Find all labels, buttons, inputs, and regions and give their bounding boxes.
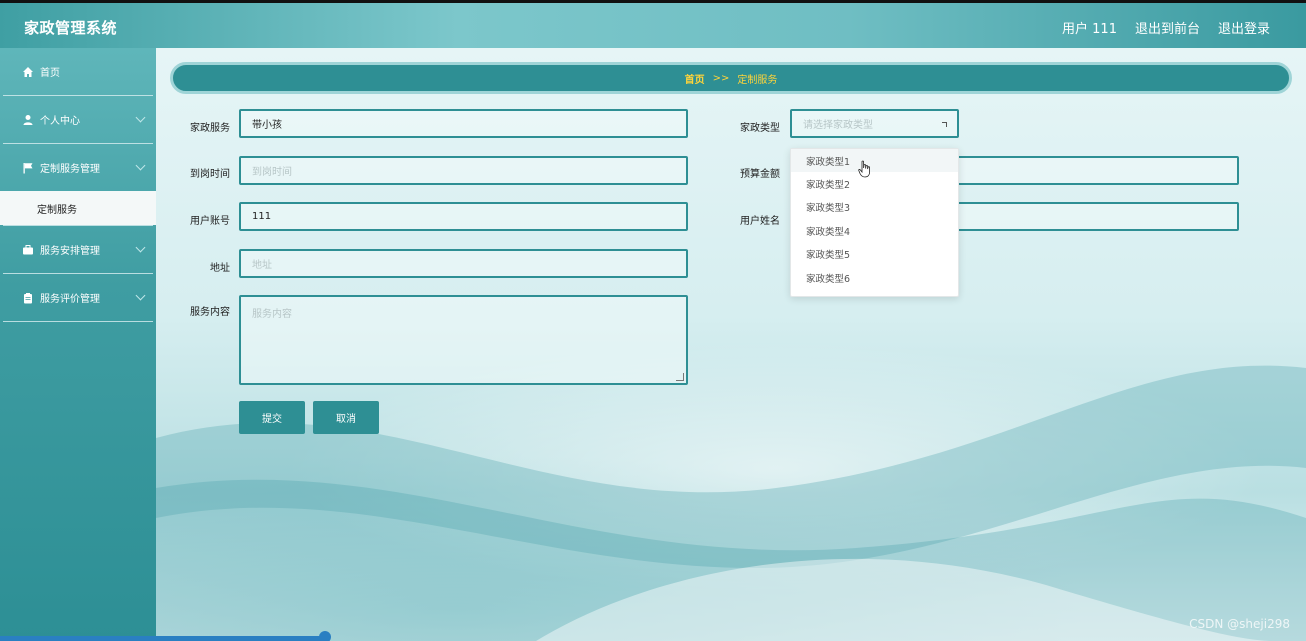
budget-label: 预算金额: [740, 169, 780, 180]
dropdown-option[interactable]: 家政类型3: [791, 196, 958, 219]
type-select-placeholder: 请选择家政类型: [803, 120, 873, 131]
user-label: 用户 111: [1062, 22, 1117, 37]
dropdown-option[interactable]: 家政类型5: [791, 243, 958, 266]
sidebar-subitem-label: 定制服务: [37, 204, 77, 216]
bottom-scrollbar[interactable]: [0, 636, 326, 641]
account-label: 用户账号: [190, 216, 230, 227]
scrollbar-thumb[interactable]: [319, 631, 331, 641]
divider: [3, 321, 153, 322]
address-label: 地址: [210, 263, 230, 274]
chevron-down-icon: [135, 160, 146, 171]
sidebar-item-label: 定制服务管理: [40, 164, 100, 175]
breadcrumb: 首页 >> 定制服务: [170, 62, 1292, 94]
arrival-time-label: 到岗时间: [190, 169, 230, 180]
address-input[interactable]: 地址: [239, 249, 688, 278]
account-input[interactable]: 111: [239, 202, 688, 231]
user-icon: [23, 114, 33, 125]
watermark: CSDN @sheji298: [1189, 617, 1290, 631]
content-label: 服务内容: [190, 307, 230, 318]
content-textarea[interactable]: 服务内容: [239, 295, 688, 385]
sidebar-item-label: 服务安排管理: [40, 246, 100, 257]
service-label: 家政服务: [190, 123, 230, 134]
chevron-down-icon: [942, 122, 947, 127]
top-bar: 家政管理系统 用户 111 退出到前台 退出登录: [0, 0, 1306, 48]
app-title: 家政管理系统: [24, 19, 118, 37]
username-label: 用户姓名: [740, 216, 780, 227]
arrival-time-input[interactable]: 到岗时间: [239, 156, 688, 185]
chevron-down-icon: [135, 290, 146, 301]
back-to-front-link[interactable]: 退出到前台: [1135, 18, 1200, 37]
sidebar-item-service-review[interactable]: 服务评价管理: [0, 274, 156, 321]
flag-icon: [23, 162, 33, 173]
logout-link[interactable]: 退出登录: [1218, 18, 1270, 37]
clipboard-icon: [24, 292, 32, 303]
chevron-down-icon: [135, 242, 146, 253]
hand-cursor-icon: [858, 160, 870, 178]
breadcrumb-current: 定制服务: [737, 74, 778, 86]
sidebar-item-custom-service[interactable]: 定制服务管理: [0, 144, 156, 191]
breadcrumb-home[interactable]: 首页: [685, 71, 705, 86]
type-dropdown: 家政类型1 家政类型2 家政类型3 家政类型4 家政类型5 家政类型6: [790, 148, 959, 297]
sidebar-item-service-arrangement[interactable]: 服务安排管理: [0, 226, 156, 273]
sidebar-item-home[interactable]: 首页: [0, 48, 156, 95]
sidebar-item-label: 服务评价管理: [40, 294, 100, 305]
content-placeholder: 服务内容: [252, 309, 292, 320]
home-icon: [23, 66, 33, 77]
sidebar-subitem-custom-service[interactable]: 定制服务: [0, 191, 156, 225]
dropdown-option[interactable]: 家政类型1: [791, 149, 958, 173]
main-content: 首页 >> 定制服务 家政服务 带小孩 到岗时间 到岗时间 用户账号 111 地…: [156, 48, 1306, 641]
sidebar-item-label: 个人中心: [40, 116, 80, 127]
top-nav: 用户 111 退出到前台 退出登录: [1062, 18, 1270, 37]
dropdown-option[interactable]: 家政类型6: [791, 266, 958, 289]
sidebar-item-label: 首页: [40, 68, 60, 79]
dropdown-option[interactable]: 家政类型4: [791, 219, 958, 242]
submit-button[interactable]: 提交: [239, 401, 305, 434]
resize-handle[interactable]: [676, 373, 684, 381]
dropdown-option[interactable]: 家政类型2: [791, 172, 958, 195]
service-input[interactable]: 带小孩: [239, 109, 688, 138]
briefcase-icon: [23, 244, 33, 254]
sidebar-item-profile[interactable]: 个人中心: [0, 96, 156, 143]
sidebar: 首页 个人中心 定制服务管理 定制服务 服务安排管理 服务评价管理: [0, 48, 156, 641]
cancel-button[interactable]: 取消: [313, 401, 379, 434]
breadcrumb-separator: >>: [712, 72, 730, 84]
chevron-down-icon: [135, 112, 146, 123]
type-select[interactable]: 请选择家政类型: [790, 109, 959, 138]
type-label: 家政类型: [740, 123, 780, 134]
